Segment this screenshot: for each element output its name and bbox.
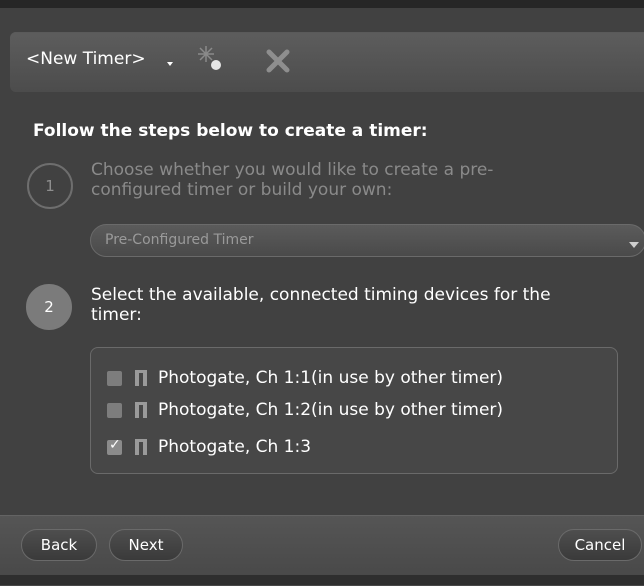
cancel-button[interactable]: Cancel bbox=[558, 529, 642, 561]
device-row-3[interactable]: ✓ Photogate, Ch 1:3 bbox=[107, 435, 311, 459]
photogate-icon bbox=[135, 439, 147, 455]
device-3-checkbox[interactable]: ✓ bbox=[107, 436, 122, 455]
next-button[interactable]: Next bbox=[109, 529, 183, 561]
step-2-badge: 2 bbox=[26, 284, 72, 330]
device-1-checkbox[interactable] bbox=[107, 370, 122, 386]
spark-icon[interactable] bbox=[196, 44, 224, 72]
device-row-1[interactable]: Photogate, Ch 1:1(in use by other timer) bbox=[107, 366, 503, 390]
top-strip bbox=[0, 0, 644, 8]
step-1-badge: 1 bbox=[27, 163, 73, 209]
step-1-line-2: configured timer or build your own: bbox=[91, 180, 393, 200]
title-dropdown-arrow-icon[interactable] bbox=[167, 62, 173, 66]
device-3-label: Photogate, Ch 1:3 bbox=[158, 437, 312, 457]
timer-type-select-value: Pre-Configured Timer bbox=[105, 232, 254, 248]
timer-dialog: <New Timer> Follow the steps below to cr… bbox=[0, 0, 644, 586]
back-button[interactable]: Back bbox=[21, 529, 97, 561]
checkmark-icon: ✓ bbox=[109, 436, 121, 453]
device-row-2[interactable]: Photogate, Ch 1:2(in use by other timer) bbox=[107, 398, 503, 422]
device-1-label: Photogate, Ch 1:1(in use by other timer) bbox=[158, 368, 504, 388]
photogate-icon bbox=[135, 370, 147, 386]
bottom-strip bbox=[0, 575, 644, 585]
step-2-line-2: timer: bbox=[91, 305, 142, 325]
device-2-checkbox[interactable] bbox=[107, 402, 122, 418]
timer-title[interactable]: <New Timer> bbox=[26, 49, 146, 69]
step-2-text: Select the available, connected timing d… bbox=[91, 285, 644, 325]
step-2-line-1: Select the available, connected timing d… bbox=[91, 285, 551, 305]
devices-list: Photogate, Ch 1:1(in use by other timer)… bbox=[90, 347, 618, 474]
device-2-label: Photogate, Ch 1:2(in use by other timer) bbox=[158, 400, 504, 420]
close-icon[interactable] bbox=[263, 46, 293, 76]
timer-type-select[interactable]: Pre-Configured Timer bbox=[90, 224, 644, 257]
dialog-header: <New Timer> bbox=[10, 32, 644, 92]
step-1-line-1: Choose whether you would like to create … bbox=[91, 160, 494, 180]
chevron-down-icon bbox=[629, 242, 639, 248]
photogate-icon bbox=[135, 402, 147, 418]
step-1-text: Choose whether you would like to create … bbox=[91, 160, 611, 200]
instruction-heading: Follow the steps below to create a timer… bbox=[33, 121, 428, 141]
